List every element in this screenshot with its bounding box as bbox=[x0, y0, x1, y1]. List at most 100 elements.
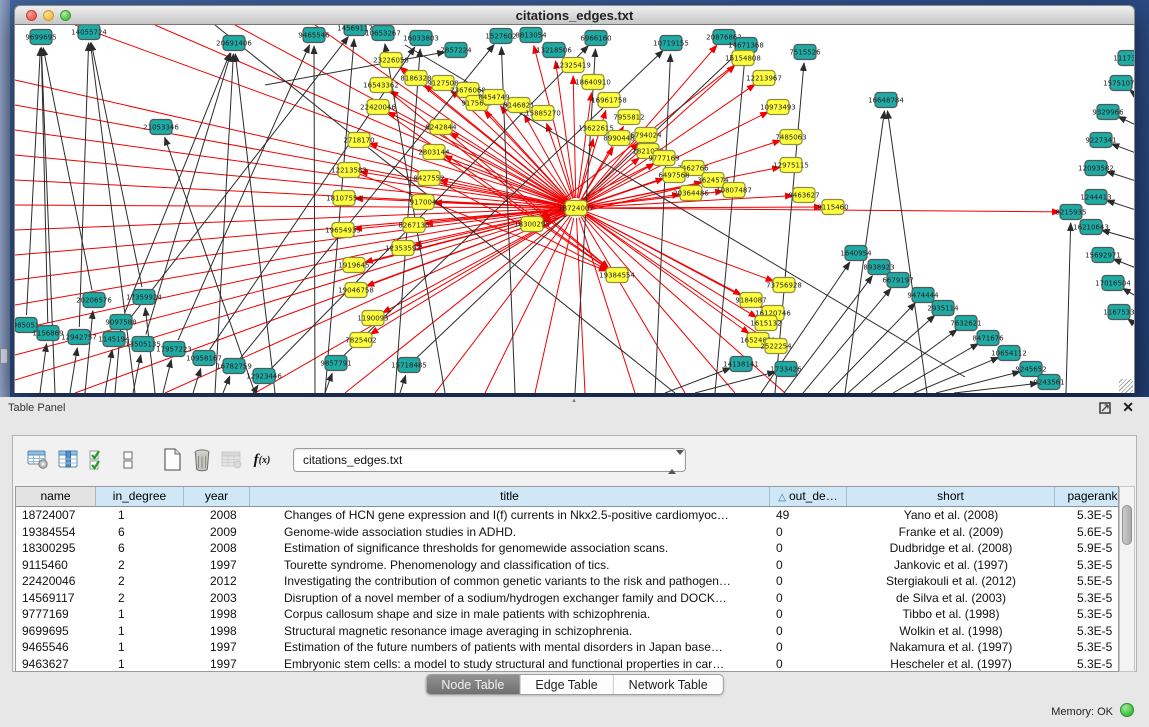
graph-edge[interactable] bbox=[314, 46, 315, 393]
close-panel-icon[interactable]: ✕ bbox=[1122, 399, 1134, 416]
tab-network-table[interactable]: Network Table bbox=[614, 675, 723, 694]
graph-node[interactable]: 9857791 bbox=[320, 356, 351, 371]
graph-node[interactable]: 1167533 bbox=[1103, 305, 1134, 320]
graph-node[interactable]: 9463627 bbox=[788, 188, 819, 203]
table-row[interactable]: 1456911722003Disruption of a novel membe… bbox=[16, 590, 1118, 607]
graph-edge[interactable] bbox=[345, 214, 568, 393]
graph-edge[interactable] bbox=[85, 311, 93, 393]
graph-node[interactable]: 18640910 bbox=[575, 75, 611, 90]
graph-edge[interactable] bbox=[133, 355, 141, 393]
graph-node[interactable]: 9227341 bbox=[1085, 133, 1116, 148]
graph-node[interactable]: 23226058 bbox=[373, 53, 409, 68]
graph-node[interactable]: 9243561 bbox=[1033, 375, 1064, 390]
minimize-window-icon[interactable] bbox=[43, 10, 54, 21]
graph-edge[interactable] bbox=[75, 25, 567, 205]
graph-node[interactable]: 1615132 bbox=[750, 316, 781, 331]
panel-divider-handle[interactable]: ▴ bbox=[566, 398, 582, 404]
graph-edge[interactable] bbox=[15, 105, 566, 206]
graph-edge[interactable] bbox=[485, 111, 570, 201]
float-panel-icon[interactable] bbox=[1099, 402, 1111, 414]
graph-edge[interactable] bbox=[163, 360, 171, 393]
graph-edge[interactable] bbox=[655, 54, 671, 393]
graph-node[interactable]: 6794024 bbox=[630, 128, 662, 143]
graph-edge[interactable] bbox=[215, 54, 233, 393]
graph-node[interactable]: 1919645 bbox=[338, 258, 369, 273]
table-row[interactable]: 946362711997Embryonic stem cells: a mode… bbox=[16, 656, 1118, 673]
rows-icon[interactable] bbox=[113, 446, 143, 474]
graph-edge[interactable] bbox=[235, 54, 275, 393]
column-header-short[interactable]: short bbox=[847, 487, 1055, 506]
column-header-title[interactable]: title bbox=[250, 487, 770, 506]
graph-node[interactable]: 9465546 bbox=[298, 28, 330, 43]
graph-node[interactable]: 73756928 bbox=[766, 278, 802, 293]
collapsed-panel-handle[interactable] bbox=[0, 348, 8, 364]
graph-node[interactable]: 8427552 bbox=[413, 171, 444, 186]
table-row[interactable]: 946554611997Estimation of the future num… bbox=[16, 639, 1118, 656]
graph-edge[interactable] bbox=[586, 207, 822, 208]
graph-edge[interactable] bbox=[400, 376, 406, 394]
column-header-out_de[interactable]: △out_de… bbox=[770, 487, 847, 506]
graph-node[interactable]: 15751074 bbox=[1103, 76, 1134, 91]
graph-node[interactable]: 12213967 bbox=[746, 71, 782, 86]
column-header-in_degree[interactable]: in_degree bbox=[96, 487, 184, 506]
graph-node[interactable]: 13218506 bbox=[536, 43, 572, 58]
graph-node[interactable]: 12923446 bbox=[246, 369, 282, 384]
network-table-combobox[interactable]: citations_edges.txt bbox=[293, 448, 686, 472]
close-window-icon[interactable] bbox=[26, 10, 37, 21]
graph-node[interactable]: 9097588 bbox=[105, 315, 136, 330]
network-view[interactable]: 9699695140557242069140694655461456911710… bbox=[14, 25, 1135, 393]
graph-node[interactable]: 12975115 bbox=[773, 158, 809, 173]
graph-node[interactable]: 7955812 bbox=[613, 110, 644, 125]
select-all-icon[interactable] bbox=[83, 446, 113, 474]
graph-node[interactable]: 20206576 bbox=[76, 293, 112, 308]
graph-node[interactable]: 1117304 bbox=[1113, 51, 1134, 66]
graph-node[interactable]: 7825402 bbox=[345, 333, 376, 348]
graph-node[interactable]: 8813054 bbox=[515, 28, 547, 43]
delete-icon[interactable] bbox=[187, 446, 217, 474]
graph-edge[interactable] bbox=[15, 210, 566, 305]
graph-edge[interactable] bbox=[1118, 117, 1134, 125]
graph-node[interactable]: 16033803 bbox=[403, 31, 439, 46]
graph-edge[interactable] bbox=[1113, 259, 1134, 268]
graph-edge[interactable] bbox=[360, 172, 566, 207]
table-row[interactable]: 911546021997Tourette syndrome. Phenomeno… bbox=[16, 557, 1118, 574]
graph-node[interactable]: 8471676 bbox=[972, 331, 1004, 346]
graph-edge[interactable] bbox=[1123, 288, 1134, 296]
graph-node[interactable]: 16648784 bbox=[868, 93, 904, 108]
graph-node[interactable]: 17359924 bbox=[126, 290, 162, 305]
graph-edge[interactable] bbox=[1066, 223, 1071, 393]
graph-node[interactable]: 2522254 bbox=[760, 339, 792, 354]
graph-node[interactable]: 6497568 bbox=[658, 168, 689, 183]
graph-node[interactable]: 1527602 bbox=[485, 29, 516, 44]
graph-edge[interactable] bbox=[585, 213, 764, 308]
new-table-icon[interactable] bbox=[157, 446, 187, 474]
graph-node[interactable]: 1733426 bbox=[770, 362, 802, 377]
graph-edge[interactable] bbox=[40, 344, 47, 393]
graph-node[interactable]: 7515526 bbox=[789, 45, 821, 60]
graph-node[interactable]: 21053346 bbox=[143, 120, 179, 135]
graph-node[interactable]: 8215935 bbox=[1055, 205, 1086, 220]
graph-edge[interactable] bbox=[573, 76, 576, 198]
graph-node[interactable]: 1156869 bbox=[32, 326, 63, 341]
graph-node[interactable]: 14055724 bbox=[71, 25, 107, 40]
graph-node[interactable]: 7485063 bbox=[775, 130, 806, 145]
table-row[interactable]: 1872400712008Changes of HCN gene express… bbox=[16, 507, 1118, 524]
graph-node[interactable]: 9777169 bbox=[648, 151, 679, 166]
graph-node[interactable]: 7857224 bbox=[440, 43, 472, 58]
graph-node[interactable]: 18107554 bbox=[326, 191, 362, 206]
citation-graph[interactable]: 9699695140557242069140694655461456911710… bbox=[15, 25, 1134, 393]
graph-edge[interactable] bbox=[79, 43, 88, 327]
graph-edge[interactable] bbox=[235, 25, 567, 203]
graph-node[interactable]: 12942757 bbox=[61, 330, 97, 345]
graph-node[interactable]: 7632621 bbox=[950, 316, 981, 331]
window-titlebar[interactable]: citations_edges.txt bbox=[14, 5, 1135, 25]
graph-edge[interactable] bbox=[1111, 144, 1134, 153]
table-row[interactable]: 969969511998Structural magnetic resonanc… bbox=[16, 623, 1118, 640]
graph-node[interactable]: 2718170 bbox=[343, 133, 374, 148]
graph-node[interactable]: 9699695 bbox=[25, 30, 56, 45]
graph-node[interactable]: 2803144 bbox=[418, 145, 450, 160]
graph-node[interactable]: 6679197 bbox=[882, 273, 913, 288]
graph-node[interactable]: 9242844 bbox=[425, 120, 457, 135]
graph-edge[interactable] bbox=[70, 348, 77, 393]
graph-edge[interactable] bbox=[1102, 230, 1134, 240]
